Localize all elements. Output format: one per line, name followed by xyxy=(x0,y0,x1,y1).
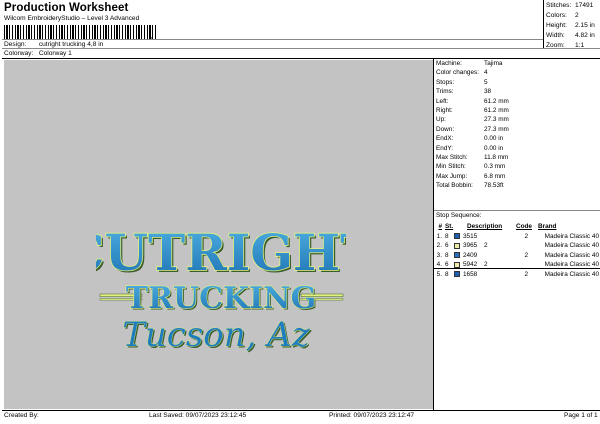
detail-row: Color changes: 4 xyxy=(436,69,488,77)
row-brand: Madeira Classic 40 xyxy=(544,271,599,279)
stop-sequence-table: # St. Description Code Brand 1. 8 3515 2 Mad… xyxy=(434,222,600,280)
detail-row: Left: 61.2 mm xyxy=(436,97,509,105)
table-row: 4. 6 5942 2 Madeira Classic 40 xyxy=(434,260,600,270)
row-st: 6 xyxy=(445,261,449,269)
row-code: 1658 xyxy=(463,271,478,279)
colorway-row: Colorway: Colorway 1 xyxy=(4,50,72,58)
detail-row: EndX: 0.00 in xyxy=(436,135,504,143)
stat-width: Width: 4.82 in xyxy=(546,32,595,39)
detail-row: EndY: 0.00 in xyxy=(436,144,504,152)
col-description: Description xyxy=(467,223,503,231)
row-num: 4. xyxy=(436,261,442,269)
stats-divider xyxy=(543,0,544,49)
row-code-suffix: 2 xyxy=(484,261,488,269)
col-brand: Brand xyxy=(538,223,557,231)
color-swatch xyxy=(454,242,463,249)
row-desc-num: 2 xyxy=(524,232,528,240)
row-code-suffix: 2 xyxy=(484,242,488,250)
table-row: 3. 8 2409 2 Madeira Classic 40 xyxy=(434,251,600,261)
footer-rule xyxy=(2,410,600,411)
colorway-label: Colorway: xyxy=(4,50,34,57)
detail-row: Machine: Tajima xyxy=(436,60,503,67)
color-swatch xyxy=(454,271,463,278)
content-top-rule xyxy=(2,58,600,59)
row-desc-num: 2 xyxy=(524,251,528,259)
color-swatch xyxy=(454,252,463,259)
colorway-value: Colorway 1 xyxy=(38,50,72,57)
table-row: 2. 6 3965 2 Madeira Classic 40 xyxy=(434,241,600,251)
barcode xyxy=(4,25,156,39)
header-divider xyxy=(2,39,543,40)
col-num: # xyxy=(438,223,442,231)
detail-row: Down: 27.3 mm xyxy=(436,125,509,133)
detail-row: Min Stitch: 0.3 mm xyxy=(436,163,506,171)
detail-row: Stops: 5 xyxy=(436,78,488,86)
row-brand: Madeira Classic 40 xyxy=(544,251,599,259)
row-st: 8 xyxy=(445,251,449,259)
embroidery-design: CUTRIGHT CUTRIGHT TRUCKING TRUCKING Tucs… xyxy=(96,222,346,356)
table-row: 1. 8 3515 2 Madeira Classic 40 xyxy=(434,232,600,242)
detail-row: Max Stitch: 11.8 mm xyxy=(436,153,509,161)
stat-zoom: Zoom: 1:1 xyxy=(546,42,585,49)
machine-details: Machine: Tajima Color changes: 4 Stops: 5 T… xyxy=(436,60,600,191)
row-code: 3965 xyxy=(463,242,478,250)
page-title: Production Worksheet xyxy=(4,2,129,14)
detail-row: Trims: 38 xyxy=(436,88,492,96)
created-by: Created By: xyxy=(4,412,39,419)
row-num: 5. xyxy=(436,271,442,279)
printed-date: Printed: 09/07/2023 23:12:47 xyxy=(329,412,415,419)
row-st: 8 xyxy=(445,232,449,240)
stop-sequence-title: Stop Sequence: xyxy=(436,212,482,219)
stat-stitches: Stitches: 17491 xyxy=(546,2,594,9)
detail-row: Max Jump: 6.8 mm xyxy=(436,172,506,180)
cutright-text: CUTRIGHT xyxy=(96,223,346,282)
row-brand: Madeira Classic 40 xyxy=(544,261,599,269)
row-brand: Madeira Classic 40 xyxy=(544,232,599,240)
row-desc-num: 2 xyxy=(524,271,528,279)
col-code: Code xyxy=(516,223,532,231)
col-st: St. xyxy=(445,223,454,231)
table-row: 5. 8 1658 2 Madeira Classic 40 xyxy=(434,270,600,280)
design-value: cutright trucking 4,8 in xyxy=(38,41,104,48)
color-swatch xyxy=(454,233,463,240)
row-num: 3. xyxy=(436,251,442,259)
design-preview-canvas: CUTRIGHT CUTRIGHT TRUCKING TRUCKING Tucs… xyxy=(4,60,433,409)
stat-height: Height: 2.15 in xyxy=(546,22,595,29)
row-num: 1. xyxy=(436,232,442,240)
row-code: 2409 xyxy=(463,251,478,259)
row-num: 2. xyxy=(436,242,442,250)
row-st: 6 xyxy=(445,242,449,250)
design-divider xyxy=(2,48,600,49)
detail-row: Up: 27.3 mm xyxy=(436,116,509,124)
row-code: 3515 xyxy=(463,232,478,240)
page-number: Page 1 of 1 xyxy=(564,412,598,419)
trucking-text: TRUCKING xyxy=(126,281,316,316)
detail-row: Right: 61.2 mm xyxy=(436,106,509,114)
details-divider xyxy=(434,210,600,211)
stat-colors: Colors: 2 xyxy=(546,12,579,19)
color-swatch xyxy=(454,261,463,268)
summary-stats: Stitches: 17491 Colors: 2 Height: 2.15 in W… xyxy=(546,2,600,52)
table-header: # St. Description Code Brand xyxy=(434,222,600,232)
tucson-text: Tucson, Az xyxy=(122,315,311,355)
last-saved: Last Saved: 09/07/2023 23:12:45 xyxy=(149,412,247,419)
software-subtitle: Wilcom EmbroideryStudio – Level 3 Advanc… xyxy=(4,15,140,22)
row-brand: Madeira Classic 40 xyxy=(544,242,599,250)
row-code: 5942 xyxy=(463,261,478,269)
detail-row: Total Bobbin: 78.53ft xyxy=(436,182,504,190)
row-st: 8 xyxy=(445,271,449,279)
